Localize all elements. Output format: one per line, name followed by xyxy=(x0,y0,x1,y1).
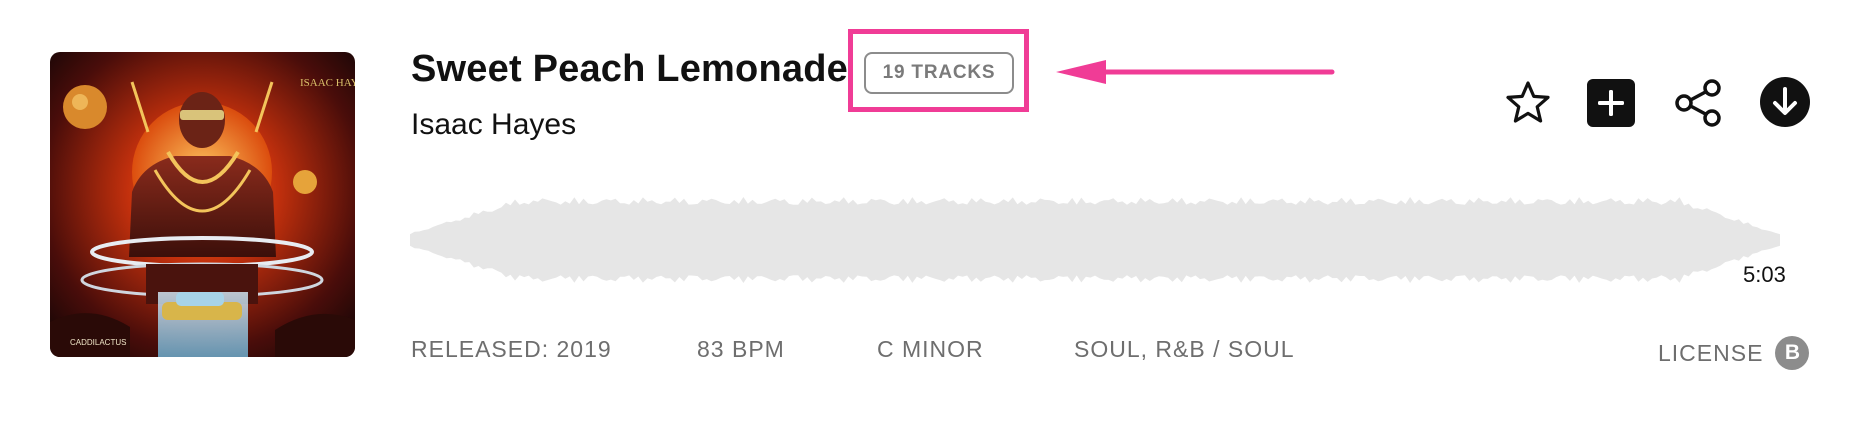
album-art[interactable]: ISAAC HAYES CADDILACTUS xyxy=(50,52,355,357)
release-year: RELEASED: 2019 xyxy=(411,336,612,362)
license-button[interactable]: LICENSE B xyxy=(1658,336,1810,370)
album-art-text-top: ISAAC HAYES xyxy=(300,77,355,89)
tracks-count-badge[interactable]: 19 TRACKS xyxy=(864,52,1014,94)
license-tier-badge: B xyxy=(1775,336,1810,370)
star-outline-icon xyxy=(1506,81,1550,123)
musical-key: C MINOR xyxy=(877,336,984,362)
download-circle-icon xyxy=(1760,77,1810,127)
album-art-text-bottom: CADDILACTUS xyxy=(70,338,126,347)
waveform-scrubber[interactable] xyxy=(410,190,1780,290)
artist-name[interactable]: Isaac Hayes xyxy=(411,108,576,142)
track-title[interactable]: Sweet Peach Lemonade xyxy=(411,48,848,91)
annotation-arrow-icon xyxy=(1056,60,1335,84)
plus-square-icon xyxy=(1587,79,1635,127)
add-to-playlist-button[interactable] xyxy=(1587,79,1635,127)
bpm-value: 83 BPM xyxy=(697,336,785,362)
share-button[interactable] xyxy=(1672,77,1724,129)
download-button[interactable] xyxy=(1760,77,1810,127)
favorite-button[interactable] xyxy=(1500,78,1556,128)
track-duration: 5:03 xyxy=(1743,262,1786,287)
share-nodes-icon xyxy=(1675,79,1721,127)
genre-tags[interactable]: SOUL, R&B / SOUL xyxy=(1074,336,1295,363)
license-label: LICENSE xyxy=(1658,339,1764,366)
